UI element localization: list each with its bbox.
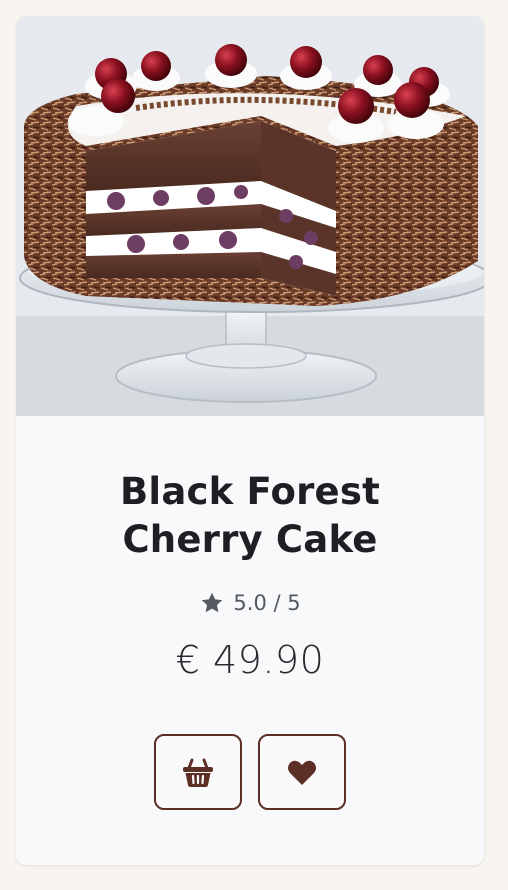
product-title-line1: Black Forest bbox=[120, 470, 380, 513]
star-icon bbox=[202, 592, 223, 613]
add-to-cart-button[interactable] bbox=[154, 734, 242, 810]
cake-illustration bbox=[16, 16, 484, 416]
product-image[interactable] bbox=[16, 16, 484, 416]
rating-text: 5.0 / 5 bbox=[233, 591, 301, 615]
product-price: € 49.90 bbox=[175, 638, 325, 682]
basket-icon bbox=[183, 758, 213, 787]
product-title-line2: Cherry Cake bbox=[122, 518, 378, 561]
heart-icon bbox=[287, 760, 317, 785]
product-rating: 5.0 / 5 bbox=[16, 590, 484, 616]
add-to-favorites-button[interactable] bbox=[258, 734, 346, 810]
product-title: Black Forest Cherry Cake bbox=[16, 468, 484, 564]
product-actions bbox=[16, 734, 484, 810]
product-card: Black Forest Cherry Cake 5.0 / 5 € 49.90 bbox=[16, 16, 484, 865]
